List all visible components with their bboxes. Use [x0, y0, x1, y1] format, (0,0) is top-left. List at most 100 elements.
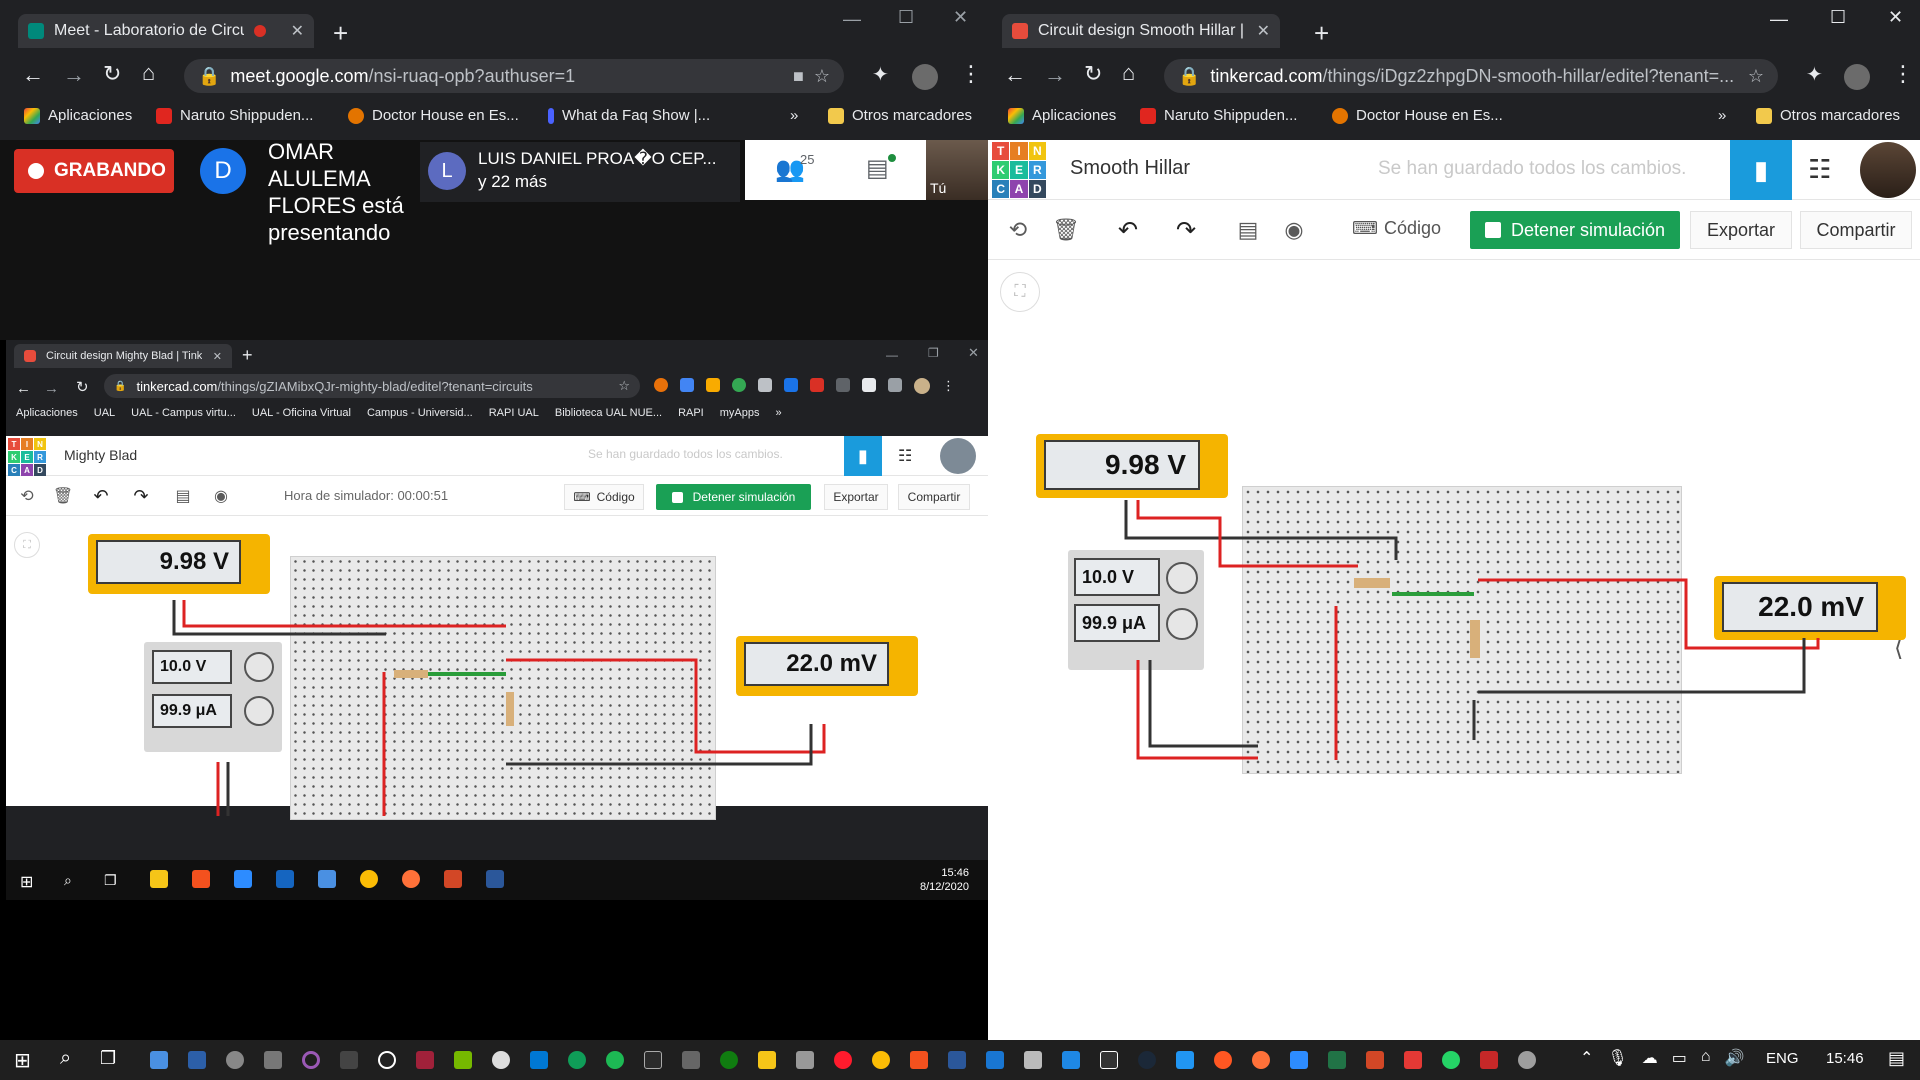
- chat-icon[interactable]: ▤: [866, 154, 889, 183]
- export-button[interactable]: Exportar: [824, 484, 888, 510]
- chrome-icon[interactable]: [360, 870, 378, 888]
- app-icon-6[interactable]: [340, 1051, 358, 1069]
- cast-icon[interactable]: [888, 378, 902, 392]
- bookmark-myapps[interactable]: myApps: [720, 407, 760, 419]
- minimize-button[interactable]: —: [1770, 10, 1788, 28]
- share-button[interactable]: Compartir: [1800, 211, 1912, 249]
- profile-avatar[interactable]: [912, 64, 938, 90]
- battery-icon[interactable]: ▭: [1672, 1048, 1687, 1068]
- maximize-button[interactable]: ☐: [1830, 8, 1846, 26]
- new-tab-button[interactable]: +: [1314, 20, 1329, 46]
- download-icon[interactable]: [784, 378, 798, 392]
- minimize-button[interactable]: —: [843, 10, 861, 28]
- taskbar-clock[interactable]: 15:46: [1826, 1050, 1864, 1067]
- redo-icon[interactable]: ↷: [1170, 214, 1202, 246]
- ext-red-icon[interactable]: [810, 378, 824, 392]
- menu-icon[interactable]: ⋮: [942, 378, 955, 394]
- bookmark-rapi[interactable]: RAPI: [678, 407, 704, 419]
- app-icon-34[interactable]: [1404, 1051, 1422, 1069]
- user-avatar[interactable]: [1860, 142, 1916, 198]
- bookmark-campus[interactable]: Campus - Universid...: [367, 407, 473, 419]
- zoom-icon[interactable]: [1290, 1051, 1308, 1069]
- extensions-icon[interactable]: ✦: [1806, 64, 1823, 86]
- firefox-icon[interactable]: [1252, 1051, 1270, 1069]
- inner-search-icon[interactable]: ⌕: [64, 872, 72, 889]
- bookmark-more[interactable]: »: [790, 107, 798, 124]
- puzzle-icon[interactable]: [862, 378, 876, 392]
- rotate-icon[interactable]: ⟲: [14, 484, 40, 508]
- bookmark-biblioteca[interactable]: Biblioteca UAL NUE...: [555, 407, 662, 419]
- stop-simulation-button[interactable]: Detener simulación: [656, 484, 811, 510]
- tex-icon[interactable]: [264, 1051, 282, 1069]
- app-icon-8[interactable]: [416, 1051, 434, 1069]
- close-window-button[interactable]: ✕: [953, 8, 968, 26]
- excel-icon[interactable]: [1328, 1051, 1346, 1069]
- profile-icon[interactable]: [914, 378, 930, 394]
- export-button[interactable]: Exportar: [1690, 211, 1792, 249]
- app-icon-25[interactable]: [1062, 1051, 1080, 1069]
- taskview-icon[interactable]: ❐: [100, 1048, 116, 1069]
- forward-icon[interactable]: →: [44, 378, 59, 400]
- powerpoint-icon[interactable]: [1366, 1051, 1384, 1069]
- app-icon-10[interactable]: [492, 1051, 510, 1069]
- recording-badge[interactable]: GRABANDO: [14, 149, 174, 193]
- visibility-icon[interactable]: ◉: [1278, 214, 1310, 246]
- star-icon[interactable]: ☆: [1748, 66, 1764, 87]
- bookmark-house[interactable]: Doctor House en Es...: [1332, 107, 1503, 124]
- app-blue-icon[interactable]: [276, 870, 294, 888]
- code-button[interactable]: ⌨ Código: [1352, 218, 1441, 239]
- app-icon-24[interactable]: [1024, 1051, 1042, 1069]
- bookmark-other[interactable]: Otros marcadores: [828, 107, 972, 124]
- bookmark-naruto[interactable]: Naruto Shippuden...: [156, 107, 313, 124]
- camera-icon[interactable]: ■: [793, 66, 804, 87]
- tray-chevron-icon[interactable]: ⌃: [1580, 1048, 1593, 1068]
- back-icon[interactable]: ←: [16, 378, 31, 400]
- bookmark-oficina[interactable]: UAL - Oficina Virtual: [252, 407, 351, 419]
- app-icon-9[interactable]: [454, 1051, 472, 1069]
- rotate-icon[interactable]: ⟲: [1002, 214, 1034, 246]
- app-icon-2[interactable]: [188, 1051, 206, 1069]
- edge-icon[interactable]: [568, 1051, 586, 1069]
- menu-icon[interactable]: ⋮: [960, 63, 982, 85]
- whatsapp-icon[interactable]: [1442, 1051, 1460, 1069]
- ext-green-icon[interactable]: [732, 378, 746, 392]
- app-icon-14[interactable]: [644, 1051, 662, 1069]
- notes-icon[interactable]: ▤: [1232, 214, 1264, 246]
- home-icon[interactable]: ⌂: [142, 62, 155, 84]
- component-list-icon[interactable]: ☷: [898, 446, 912, 466]
- left-tab-meet[interactable]: Meet - Laboratorio de Circui ✕: [18, 14, 314, 48]
- new-tab-button[interactable]: +: [242, 346, 253, 364]
- project-name[interactable]: Smooth Hillar: [1070, 157, 1190, 180]
- right-tab-tinkercad[interactable]: Circuit design Smooth Hillar | Tin ✕: [1002, 14, 1280, 48]
- translate-icon[interactable]: [680, 378, 694, 392]
- reload-icon[interactable]: ↻: [76, 377, 89, 399]
- undo-icon[interactable]: ↶: [1112, 214, 1144, 246]
- star-icon[interactable]: ☆: [814, 66, 830, 87]
- inner-start-icon[interactable]: ⊞: [20, 872, 33, 892]
- shield-icon[interactable]: [986, 1051, 1004, 1069]
- redo-icon[interactable]: ↷: [128, 484, 154, 508]
- xbox-icon[interactable]: [720, 1051, 738, 1069]
- bookmark-more[interactable]: »: [776, 407, 782, 419]
- bookmark-apps[interactable]: Aplicaciones: [1008, 107, 1116, 124]
- word-icon[interactable]: [486, 870, 504, 888]
- close-tab-icon[interactable]: ✕: [213, 350, 222, 363]
- snipping-icon[interactable]: [1480, 1051, 1498, 1069]
- app-icon-7[interactable]: [378, 1051, 396, 1069]
- delete-icon[interactable]: 🗑: [1050, 214, 1082, 246]
- explorer-icon[interactable]: [758, 1051, 776, 1069]
- spotify-icon[interactable]: [606, 1051, 624, 1069]
- chrome-icon[interactable]: [872, 1051, 890, 1069]
- app-orange-icon[interactable]: [910, 1051, 928, 1069]
- bookmark-more[interactable]: »: [1718, 107, 1726, 124]
- bookmark-apps[interactable]: Aplicaciones: [16, 407, 78, 419]
- bookmark-naruto[interactable]: Naruto Shippuden...: [1140, 107, 1297, 124]
- extensions-row[interactable]: ⋮: [654, 378, 955, 394]
- address-bar[interactable]: 🔒 tinkercad.com/things/gZIAMibxQJr-might…: [104, 374, 640, 398]
- cortana-icon[interactable]: [302, 1051, 320, 1069]
- app-icon-18[interactable]: [796, 1051, 814, 1069]
- bookmark-wdf[interactable]: What da Faq Show |...: [548, 107, 710, 124]
- stop-simulation-button[interactable]: Detener simulación: [1470, 211, 1680, 249]
- app-icon-28[interactable]: [1176, 1051, 1194, 1069]
- language-indicator[interactable]: ENG: [1766, 1050, 1799, 1067]
